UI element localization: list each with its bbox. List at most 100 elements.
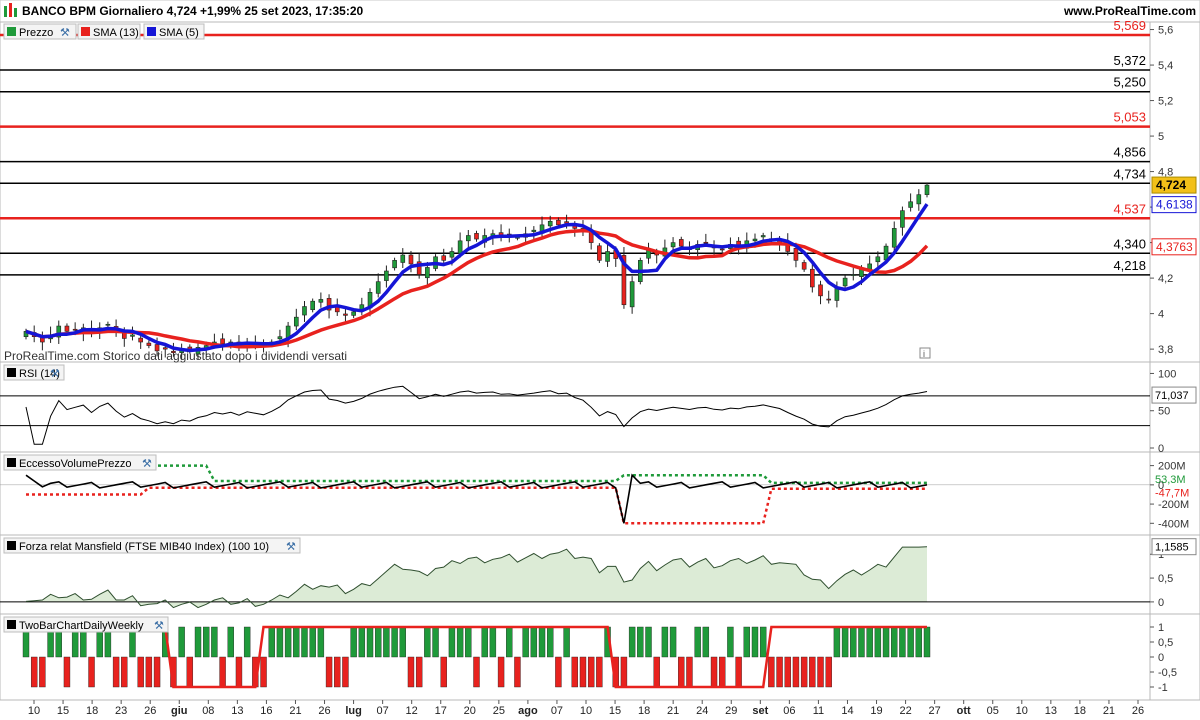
twobar-bar (915, 626, 923, 658)
twobar-bar (792, 656, 800, 688)
candle-body (293, 316, 299, 327)
twobar-bar (301, 626, 308, 658)
legend-swatch (7, 27, 16, 36)
panel-title-label: EccessoVolumePrezzo (19, 458, 132, 470)
level-label: 4,537 (1113, 201, 1146, 216)
twobar-bar (350, 626, 357, 658)
twobar-bar (465, 626, 472, 658)
level-label: 4,218 (1113, 258, 1146, 273)
wrench-icon: ⚒ (286, 541, 296, 553)
twobar-bar (88, 656, 95, 688)
x-tick-label: 20 (464, 705, 476, 717)
twobar-bar (596, 656, 603, 688)
level-label: 4,340 (1113, 236, 1146, 251)
x-tick-label: 21 (667, 705, 679, 717)
x-tick-label: 21 (289, 705, 301, 717)
x-tick-label: 22 (899, 705, 911, 717)
twobar-bar (620, 656, 628, 688)
twobar-bar (719, 656, 726, 688)
candle-body (752, 238, 758, 242)
twobar-bar (571, 656, 578, 688)
panel-swatch (7, 458, 16, 467)
x-tick-label: 27 (929, 705, 941, 717)
candle-body (801, 262, 807, 270)
legend-label: SMA (5) (159, 27, 199, 39)
twobar-bar (678, 656, 685, 688)
x-tick-label: 10 (580, 705, 592, 717)
twobar-bar (547, 626, 554, 658)
candle-body (629, 281, 635, 308)
twobar-bar (497, 656, 505, 688)
x-tick-label: 18 (638, 705, 650, 717)
x-tick-label: 21 (1103, 705, 1115, 717)
candle-body (564, 221, 569, 224)
twobar-bar (694, 626, 701, 658)
candle-body (547, 220, 553, 227)
twobar-bar (202, 626, 210, 658)
level-label: 4,856 (1113, 145, 1146, 160)
evp-down-label: -47,7M (1155, 488, 1189, 500)
wrench-icon: ⚒ (50, 368, 60, 380)
twobar-bar (383, 626, 390, 658)
candle-body (605, 251, 610, 262)
twobar-bar (284, 626, 292, 658)
candle-body (318, 299, 324, 303)
info-icon-glyph: i (923, 349, 925, 359)
twobar-bar (121, 656, 128, 688)
candle-body (875, 256, 881, 263)
twobar-bar (727, 626, 734, 658)
level-label: 5,053 (1113, 110, 1146, 125)
twobar-bar (268, 626, 275, 658)
sub-tick-label: -400M (1158, 518, 1189, 530)
twobar-bar (907, 626, 914, 658)
level-label: 5,250 (1113, 75, 1146, 90)
level-label: 4,734 (1113, 166, 1146, 181)
twobar-bar (751, 626, 759, 658)
twobar-bar (366, 626, 374, 658)
price-tick-label: 5,4 (1158, 60, 1173, 72)
twobar-bar (424, 626, 431, 658)
twobar-bar (833, 626, 841, 658)
twobar-bar (514, 656, 521, 688)
candle-body (818, 284, 823, 297)
x-tick-label: 29 (725, 705, 737, 717)
site-label[interactable]: www.ProRealTime.com (1063, 4, 1196, 18)
x-tick-label: 15 (57, 705, 69, 717)
sub-tick-label: 0 (1158, 443, 1164, 455)
twobar-bar (39, 656, 46, 688)
x-tick-label: 06 (783, 705, 795, 717)
twobar-bar (506, 626, 513, 658)
x-tick-label: 15 (609, 705, 621, 717)
twobar-bar (489, 626, 497, 658)
twobar-bar (178, 626, 185, 658)
x-tick-label: 08 (202, 705, 214, 717)
twobar-bar (784, 656, 791, 688)
candle-body (793, 247, 799, 261)
panel-title: EccessoVolumePrezzo ⚒ (3, 454, 157, 471)
candle-body (384, 270, 389, 281)
evp-up-label: 53,3M (1155, 474, 1186, 486)
level-label: 5,372 (1113, 53, 1146, 68)
twobar-bar (669, 626, 677, 658)
candle-body (810, 268, 815, 288)
chart-title: BANCO BPM Giornaliero 4,724 +1,99% 25 se… (22, 4, 363, 18)
price-tick-label: 4,2 (1158, 273, 1173, 285)
panel-title: RSI (14)⚒ (3, 364, 65, 381)
candle-body (474, 233, 479, 240)
twobar-bar (63, 656, 71, 688)
sub-tick-label: 0 (1158, 597, 1164, 609)
sma5-value-label: 4,6138 (1156, 198, 1193, 212)
twobar-bar (186, 656, 194, 688)
legend-label: SMA (13) (93, 27, 139, 39)
candle-body (351, 311, 356, 316)
sub-tick-label: -1 (1158, 682, 1168, 694)
twobar-bar (481, 626, 488, 658)
panel-swatch (7, 620, 16, 629)
x-tick-label: 19 (870, 705, 882, 717)
candle-body (457, 240, 463, 254)
sma13-value-label: 4,3763 (1156, 240, 1193, 254)
watermark-text: ProRealTime.com Storico dati aggiustato … (4, 349, 347, 363)
twobar-bar (235, 656, 243, 688)
candle-body (449, 251, 455, 258)
candle-body (392, 260, 397, 269)
